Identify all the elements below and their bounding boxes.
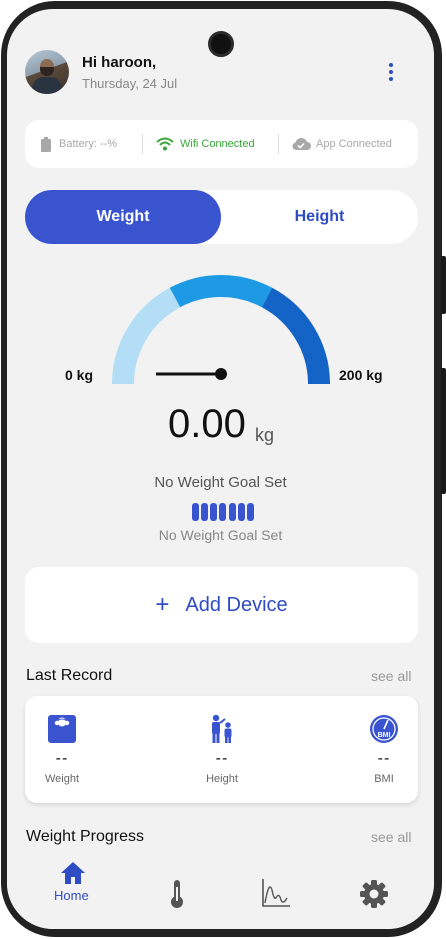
gauge-max-label: 200 kg	[339, 367, 383, 383]
weight-reading: 0.00	[168, 402, 246, 446]
nav-settings[interactable]	[357, 847, 397, 909]
record-bmi[interactable]: BMI -- BMI	[339, 696, 429, 803]
add-device-label: Add Device	[185, 593, 288, 616]
nav-home-label: Home	[54, 888, 89, 903]
scale-icon	[48, 715, 76, 743]
date-text: Thursday, 24 Jul	[82, 76, 178, 91]
wifi-icon	[156, 137, 174, 151]
weight-progress-see-all[interactable]: see all	[371, 829, 411, 845]
greeting-text: Hi haroon,	[82, 54, 157, 71]
nav-home[interactable]: Home	[37, 847, 109, 909]
weight-progress-title: Weight Progress	[26, 828, 144, 845]
app-status: App Connected	[291, 136, 392, 152]
chart-icon	[262, 879, 290, 907]
record-value: --	[377, 750, 391, 767]
gauge-min-label: 0 kg	[65, 367, 94, 383]
last-record-title: Last Record	[26, 667, 113, 684]
weight-unit: kg	[255, 425, 275, 445]
record-height[interactable]: -- Height	[177, 696, 267, 803]
wifi-label: Wifi Connected	[180, 138, 255, 150]
tab-weight[interactable]: Weight	[25, 190, 221, 244]
goal-progress-bars	[192, 503, 254, 521]
wifi-status: Wifi Connected	[156, 136, 255, 152]
nav-chart[interactable]	[257, 847, 297, 909]
record-label: Weight	[44, 773, 80, 785]
avatar[interactable]	[25, 50, 69, 94]
record-value: --	[55, 750, 69, 767]
height-people-icon	[212, 714, 232, 743]
side-button	[441, 368, 446, 494]
last-record-see-all[interactable]: see all	[371, 668, 411, 684]
side-button	[441, 256, 446, 314]
record-label: BMI	[374, 773, 394, 785]
tab-height[interactable]: Height	[221, 190, 418, 244]
record-label: Height	[206, 773, 238, 785]
thermometer-icon	[171, 880, 183, 908]
cloud-check-icon	[292, 137, 311, 150]
front-camera	[208, 31, 234, 57]
record-weight[interactable]: -- Weight	[17, 696, 107, 803]
home-icon	[61, 862, 85, 884]
app-screen: Hi haroon, Thursday, 24 Jul Battery: --%…	[7, 9, 434, 929]
more-options-icon[interactable]	[387, 63, 395, 83]
gauge-segment-mid	[169, 275, 273, 308]
gauge-needle-pivot	[215, 368, 227, 380]
svg-text:BMI: BMI	[378, 732, 391, 739]
goal-title: No Weight Goal Set	[154, 474, 287, 491]
battery-label: Battery: --%	[59, 138, 118, 150]
bottom-nav: Home	[7, 847, 434, 929]
gauge-segment-high	[261, 287, 330, 385]
connection-status-card: Battery: --% Wifi Connected App Connecte…	[25, 120, 418, 168]
goal-subtitle: No Weight Goal Set	[158, 527, 283, 543]
app-label: App Connected	[316, 138, 392, 150]
nav-temperature[interactable]	[157, 847, 197, 909]
record-value: --	[215, 750, 229, 767]
measurement-tab-switch: Weight Height	[25, 190, 418, 244]
gear-icon	[360, 880, 388, 908]
bmi-gauge-icon: BMI	[370, 715, 398, 743]
gauge-segment-low	[112, 287, 181, 385]
add-device-button[interactable]: + Add Device	[25, 567, 418, 643]
battery-status: Battery: --%	[41, 136, 117, 152]
divider	[278, 134, 279, 154]
last-record-card: -- Weight -- Height BMI -- BMI	[25, 696, 418, 803]
battery-icon	[41, 136, 51, 152]
divider	[142, 134, 143, 154]
plus-icon: +	[155, 591, 170, 618]
